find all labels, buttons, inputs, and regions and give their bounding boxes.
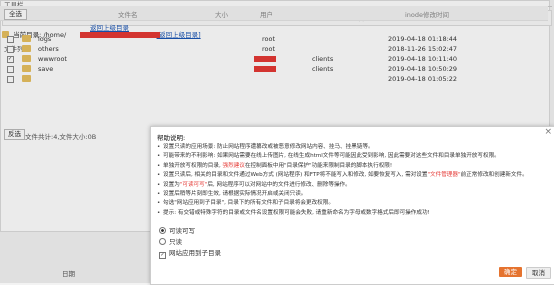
help-text-pre: 设置为 — [163, 181, 180, 188]
help-text-hl: 强烈建议 — [222, 162, 245, 169]
option-label: 网站应用到子目录 — [169, 249, 221, 257]
help-text-pre: 可能带来的不利影响: 如果网站需要在线上传图片, 在线生成html文件等可能因此… — [163, 153, 500, 160]
permission-radio-option[interactable]: 可读可写 — [159, 225, 195, 235]
option-label: 可读可写 — [169, 227, 195, 235]
help-text-pre: 设置只读的应用场景: 防止网站程序遭篡改或被恶意修改网站内容、挂马、挂黑链等。 — [163, 144, 374, 150]
help-text-post: 在控制面板中用"目录保护"功能来限制目录的脚本执行权限! — [244, 162, 393, 169]
help-item: 单独开放写权限的目录, 强烈建议在控制面板中用"目录保护"功能来限制目录的脚本执… — [157, 162, 528, 172]
help-item: 勾选"网站应用到子目录", 目录下的所有文件和子目录将会更改权限。 — [157, 199, 528, 209]
help-text-pre: 勾选"网站应用到子目录", 目录下的所有文件和子目录将会更改权限。 — [163, 200, 334, 207]
radio-button[interactable] — [159, 227, 166, 234]
help-item: 设置只读的应用场景: 防止网站程序遭篡改或被恶意修改网站内容、挂马、挂黑链等。 — [157, 143, 528, 153]
permission-help-dialog: × 帮助说明: 设置只读的应用场景: 防止网站程序遭篡改或被恶意修改网站内容、挂… — [150, 126, 554, 285]
help-text-hl: "可读可写" — [179, 181, 208, 188]
help-item: 提示: 有交错或特殊字符的目录或文件名设置权限可能会失败, 请重新命名为字母或数… — [157, 209, 528, 219]
help-text-hl: "文件管理器" — [427, 172, 461, 179]
checkbox[interactable]: ✓ — [159, 252, 166, 259]
close-icon[interactable]: × — [544, 127, 552, 137]
confirm-button[interactable]: 确定 — [499, 267, 522, 277]
apply-subdirs-checkbox-option[interactable]: ✓ 网站应用到子目录 — [159, 247, 221, 259]
help-item: 设置为"可读可写"后, 网站程序可以对网站中的文件进行修改、删除等操作。 — [157, 181, 528, 191]
help-list: 设置只读的应用场景: 防止网站程序遭篡改或被恶意修改网站内容、挂马、挂黑链等。可… — [157, 143, 528, 219]
help-item: 设置只读后, 相关的目录和文件通过Web方式 (网站程序) 和FTP将不能写入和… — [157, 171, 528, 181]
help-text-pre: 单独开放写权限的目录, — [163, 162, 223, 169]
radio-button[interactable] — [159, 238, 166, 245]
help-item: 可能带来的不利影响: 如果网站需要在线上传图片, 在线生成html文件等可能因此… — [157, 152, 528, 162]
permission-radio-option[interactable]: 只读 — [159, 236, 182, 246]
help-text-pre: 提示: 有交错或特殊字符的目录或文件名设置权限可能会失败, 请重新命名为字母或数… — [163, 209, 430, 216]
help-item: 设置后稍等片刻即生效, 请根据实际情况开启或关闭只读。 — [157, 190, 528, 200]
help-text-post: 后, 网站程序可以对网站中的文件进行修改、删除等操作。 — [207, 181, 351, 188]
help-text-pre: 设置只读后, 相关的目录和文件通过Web方式 (网站程序) 和FTP将不能写入和… — [163, 172, 428, 179]
option-label: 只读 — [169, 238, 182, 246]
help-text-pre: 设置后稍等片刻即生效, 请根据实际情况开启或关闭只读。 — [163, 191, 307, 198]
dialog-title: 帮助说明: — [157, 134, 186, 142]
cancel-button[interactable]: 取消 — [526, 267, 551, 279]
help-text-post: 前正常修改和创建新文件。 — [460, 172, 528, 179]
